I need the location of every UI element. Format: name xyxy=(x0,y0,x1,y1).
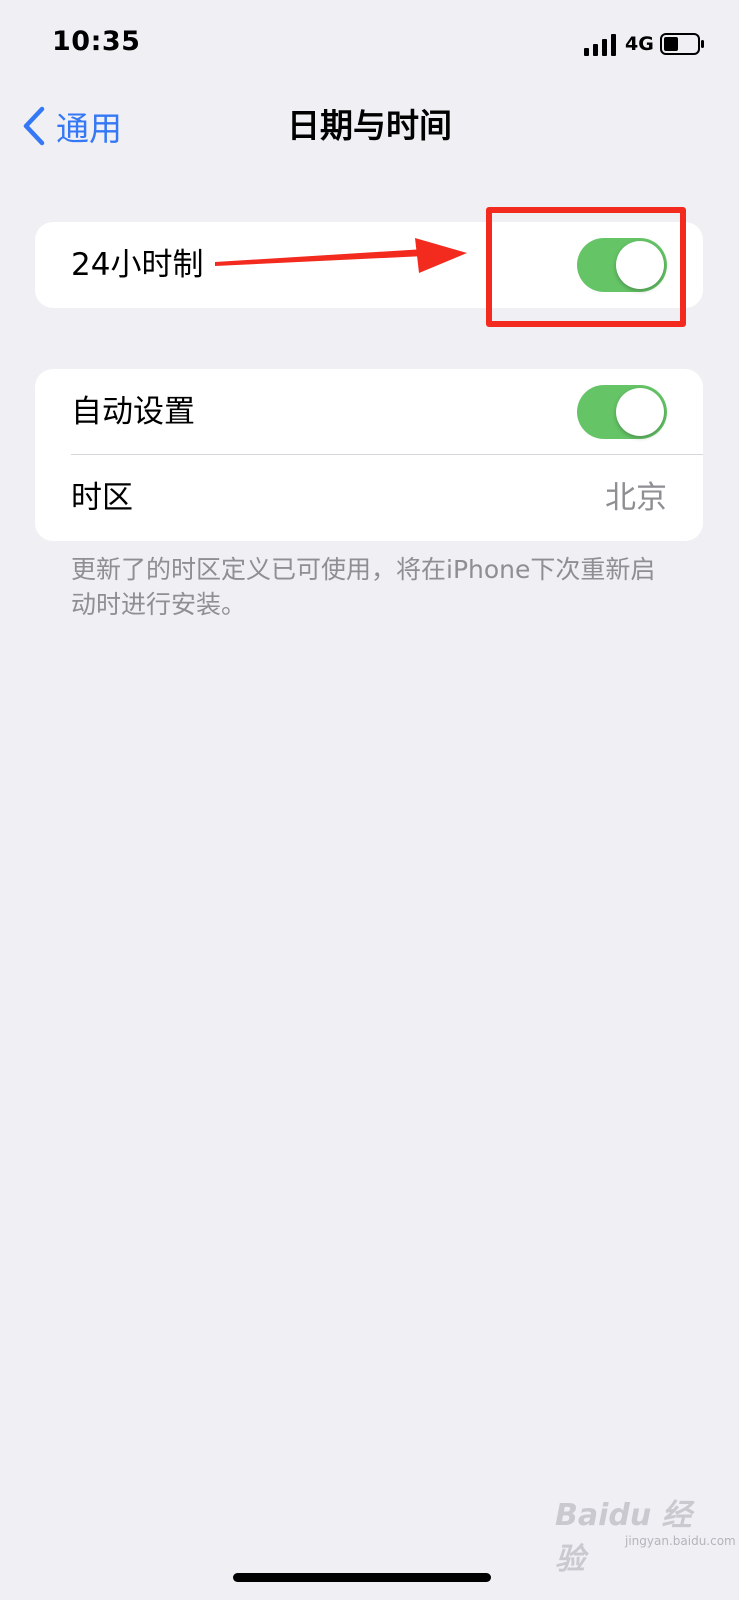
annotation-arrow-icon xyxy=(215,238,467,273)
home-indicator[interactable] xyxy=(233,1573,491,1582)
baidu-watermark: Baidu 经验 jingyan.baidu.com xyxy=(555,1490,736,1577)
navigation-bar: 通用 日期与时间 xyxy=(0,90,739,160)
watermark-url: jingyan.baidu.com xyxy=(625,1534,736,1548)
setting-row-timezone[interactable]: 时区 北京 xyxy=(35,455,703,541)
setting-label-auto-set: 自动设置 xyxy=(71,394,195,430)
annotation-highlight-box xyxy=(486,207,686,327)
toggle-auto-set[interactable] xyxy=(577,385,667,439)
setting-label-24-hour: 24小时制 xyxy=(71,247,204,283)
settings-group-auto: 自动设置 时区 北京 xyxy=(35,369,703,541)
cellular-signal-icon xyxy=(584,34,616,56)
status-time: 10:35 xyxy=(52,26,141,57)
network-type: 4G xyxy=(625,33,654,55)
battery-icon xyxy=(660,33,704,55)
setting-value-timezone: 北京 xyxy=(605,480,667,516)
toggle-knob xyxy=(616,388,664,436)
setting-row-auto-set: 自动设置 xyxy=(35,369,703,455)
page-title: 日期与时间 xyxy=(287,106,452,145)
setting-label-timezone: 时区 xyxy=(71,480,133,516)
status-bar: 10:35 4G xyxy=(0,0,739,90)
timezone-footnote: 更新了的时区定义已可使用，将在iPhone下次重新启动时进行安装。 xyxy=(71,555,656,619)
